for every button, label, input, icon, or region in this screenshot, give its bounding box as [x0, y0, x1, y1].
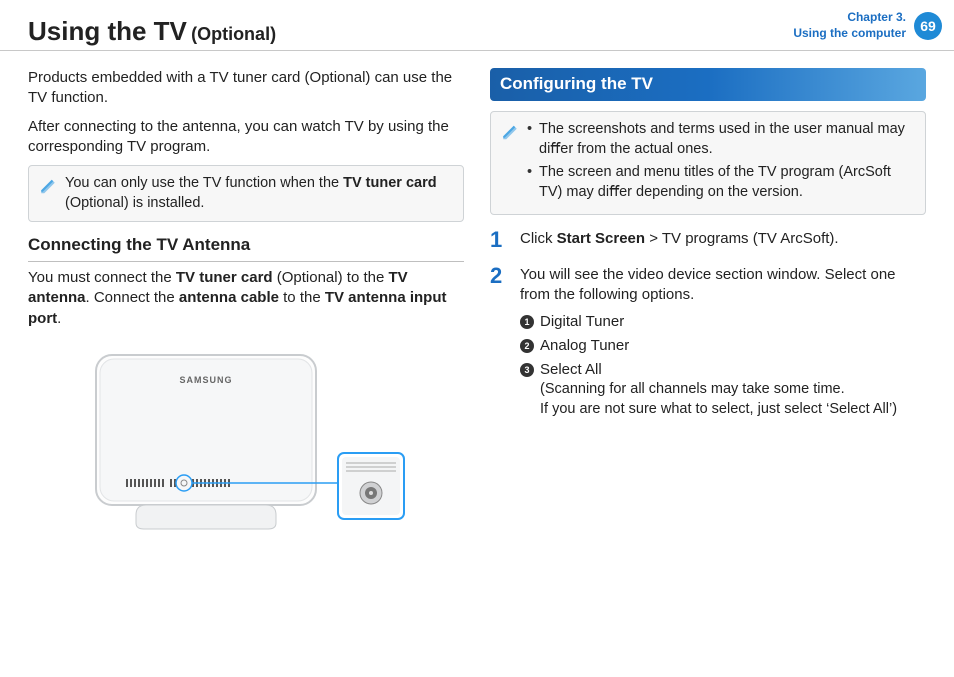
content-columns: Products embedded with a TV tuner card (…: [0, 54, 954, 535]
step-body: You will see the video device section wi…: [520, 265, 926, 423]
note-text-prefix: You can only use the TV function when th…: [65, 175, 343, 191]
antenna-bold-3: antenna cable: [179, 289, 279, 306]
antenna-text-1: You must connect the: [28, 269, 176, 286]
note-text: You can only use the TV function when th…: [65, 174, 453, 213]
note-list: The screenshots and terms used in the us…: [527, 120, 915, 206]
option-label: Analog Tuner: [540, 336, 926, 356]
note-item: The screen and menu titles of the TV pro…: [527, 163, 915, 202]
intro-paragraph-1: Products embedded with a TV tuner card (…: [28, 68, 464, 109]
option-analog-tuner: 2 Analog Tuner: [520, 336, 926, 356]
option-digital-tuner: 1 Digital Tuner: [520, 312, 926, 332]
option-marker-2: 2: [520, 339, 534, 353]
note-icon: [39, 174, 57, 213]
page-subtitle: (Optional): [191, 24, 276, 44]
note-icon: [501, 120, 519, 206]
step-number: 1: [490, 229, 510, 251]
note-text-bold: TV tuner card: [343, 175, 436, 191]
subheading-antenna: Connecting the TV Antenna: [28, 234, 464, 262]
option-marker-1: 1: [520, 315, 534, 329]
note-box-screenshots: The screenshots and terms used in the us…: [490, 111, 926, 215]
note-text-suffix: (Optional) is installed.: [65, 195, 204, 211]
device-brand-text: SAMSUNG: [179, 375, 232, 385]
step2-text: You will see the video device section wi…: [520, 265, 926, 306]
page-header: Using the TV (Optional) Chapter 3. Using…: [0, 0, 954, 54]
note-item: The screenshots and terms used in the us…: [527, 120, 915, 159]
step1-text-bold: Start Screen: [557, 230, 645, 247]
step-2: 2 You will see the video device section …: [490, 265, 926, 423]
step-number: 2: [490, 265, 510, 423]
option-content: Select All (Scanning for all channels ma…: [540, 360, 926, 419]
option-note: (Scanning for all channels may take some…: [540, 380, 926, 419]
antenna-text-2: (Optional) to the: [273, 269, 389, 286]
step2-options: 1 Digital Tuner 2 Analog Tuner 3 Select …: [520, 312, 926, 420]
option-select-all: 3 Select All (Scanning for all channels …: [520, 360, 926, 419]
step1-text-pre: Click: [520, 230, 557, 247]
step-1: 1 Click Start Screen > TV programs (TV A…: [490, 229, 926, 251]
antenna-text-3: . Connect the: [86, 289, 179, 306]
figure-device: SAMSUNG: [76, 345, 416, 535]
antenna-bold-1: TV tuner card: [176, 269, 273, 286]
right-column: Conﬁguring the TV The screenshots and te…: [490, 68, 926, 535]
option-label: Digital Tuner: [540, 312, 926, 332]
step1-text-post: > TV programs (TV ArcSoft).: [645, 230, 839, 247]
intro-paragraph-2: After connecting to the antenna, you can…: [28, 117, 464, 158]
step-body: Click Start Screen > TV programs (TV Arc…: [520, 229, 926, 251]
option-marker-3: 3: [520, 363, 534, 377]
chapter-number: Chapter 3.: [793, 10, 906, 26]
page-title: Using the TV: [28, 16, 187, 46]
section-title-configuring: Conﬁguring the TV: [490, 68, 926, 101]
antenna-text-5: .: [57, 310, 61, 327]
chapter-name: Using the computer: [793, 26, 906, 42]
option-label: Select All: [540, 360, 926, 380]
header-rule: [0, 50, 954, 51]
page-number-badge: 69: [914, 12, 942, 40]
chapter-label: Chapter 3. Using the computer: [793, 10, 906, 41]
left-column: Products embedded with a TV tuner card (…: [28, 68, 464, 535]
antenna-text-4: to the: [279, 289, 325, 306]
antenna-paragraph: You must connect the TV tuner card (Opti…: [28, 268, 464, 329]
note-box-tuner-card: You can only use the TV function when th…: [28, 165, 464, 222]
